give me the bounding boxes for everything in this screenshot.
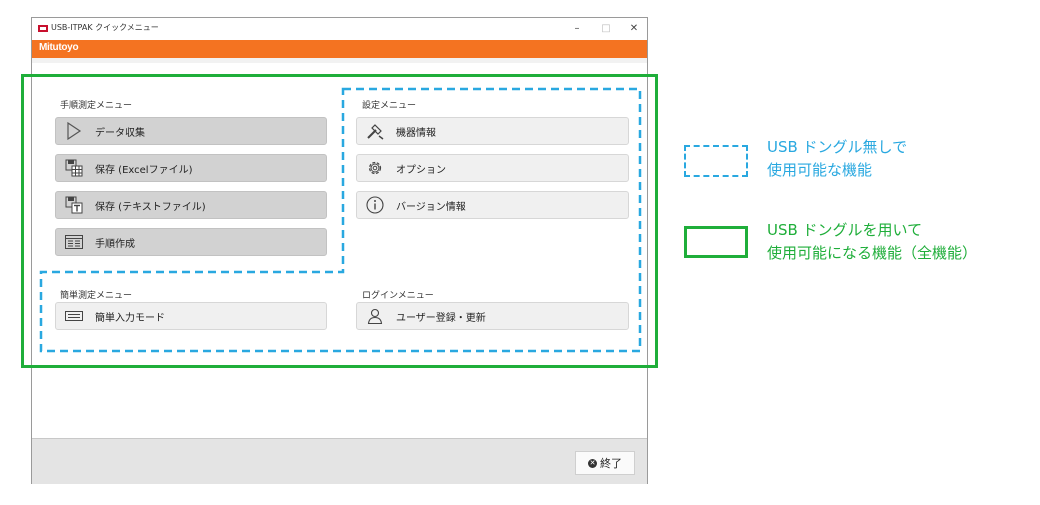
legend-dongle-required-text: USB ドングルを用いて 使用可能になる機能（全機能） <box>767 219 977 265</box>
legend-dongle-required-line1: USB ドングルを用いて <box>767 221 923 239</box>
legend-dongle-free-line1: USB ドングル無しで <box>767 138 908 156</box>
legend-dongle-free-line2: 使用可能な機能 <box>767 161 873 179</box>
legend-dongle-free-text: USB ドングル無しで 使用可能な機能 <box>767 136 907 182</box>
legend-solid-swatch <box>684 226 748 258</box>
legend-dongle-required-line2: 使用可能になる機能（全機能） <box>767 244 978 262</box>
legend-dashed-swatch <box>684 145 748 177</box>
